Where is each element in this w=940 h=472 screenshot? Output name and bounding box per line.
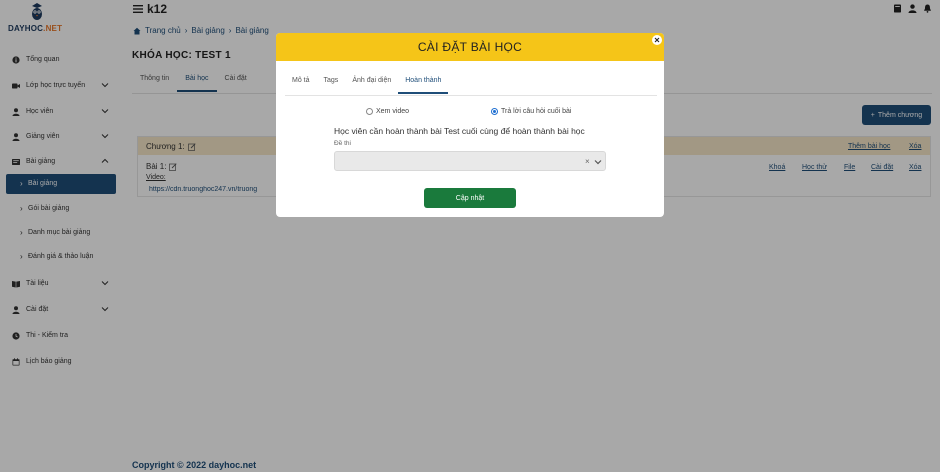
radio-circle[interactable]: [491, 108, 498, 115]
close-button[interactable]: [652, 35, 662, 45]
lesson-settings-modal: CÀI ĐẶT BÀI HỌC Mô tả Tags Ảnh đại diện …: [276, 33, 664, 217]
radio-circle[interactable]: [366, 108, 373, 115]
chevron-down-icon[interactable]: [594, 158, 602, 166]
exam-field-label: Đề thi: [334, 140, 351, 147]
completion-requirement-text: Học viên cần hoàn thành bài Test cuối cù…: [334, 126, 585, 136]
modal-header: CÀI ĐẶT BÀI HỌC: [276, 33, 664, 61]
tab-thumbnail[interactable]: Ảnh đại diện: [345, 71, 398, 94]
close-icon: [654, 37, 660, 43]
radio-label: Xem video: [376, 108, 410, 115]
modal-title: CÀI ĐẶT BÀI HỌC: [417, 40, 523, 54]
update-button[interactable]: Cập nhật: [424, 188, 516, 208]
modal-tabs-divider: [285, 95, 657, 96]
tab-description[interactable]: Mô tả: [285, 71, 317, 94]
radio-label: Trả lời câu hỏi cuối bài: [501, 108, 572, 115]
modal-tabs: Mô tả Tags Ảnh đại diện Hoàn thành: [285, 71, 449, 94]
clear-icon[interactable]: ×: [585, 157, 590, 166]
radio-watch-video[interactable]: Xem video: [366, 108, 409, 115]
radio-answer-questions[interactable]: Trả lời câu hỏi cuối bài: [491, 108, 571, 115]
exam-select[interactable]: ×: [334, 151, 606, 171]
tab-tags[interactable]: Tags: [317, 71, 346, 94]
tab-completion[interactable]: Hoàn thành: [398, 71, 449, 94]
